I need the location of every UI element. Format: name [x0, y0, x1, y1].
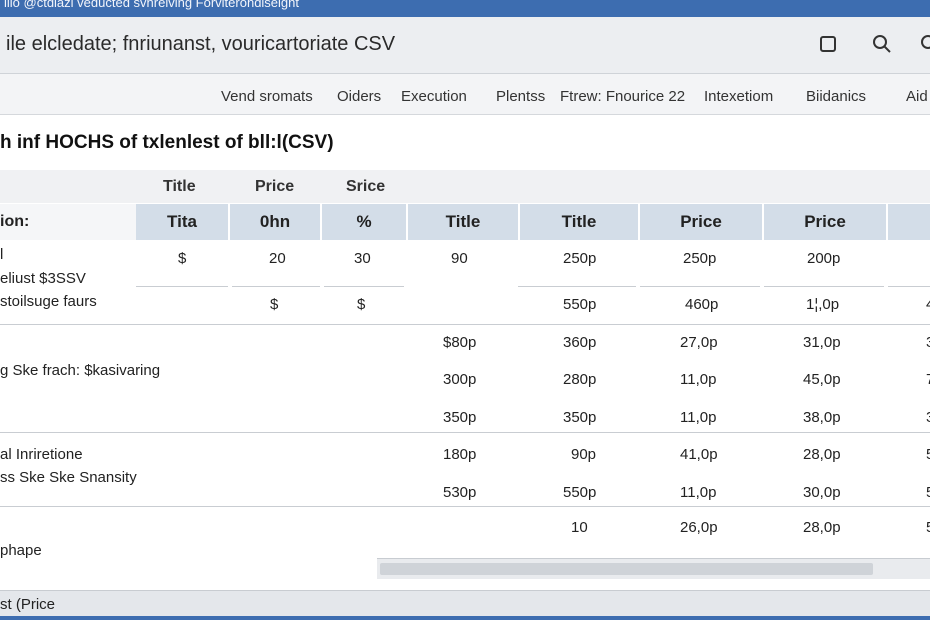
- menu-item-execution[interactable]: Execution: [401, 88, 467, 105]
- table-cell: 250p: [683, 250, 717, 267]
- footer-label: st (Price: [0, 596, 56, 613]
- table-cell: 350p: [443, 409, 477, 426]
- table-cell: 11,0p: [680, 371, 717, 388]
- table-cell: 300p: [443, 371, 477, 388]
- table-cell: 3: [926, 334, 930, 351]
- table-cell: $: [270, 296, 279, 313]
- row-divider: [136, 286, 228, 287]
- column-header[interactable]: Price: [762, 204, 886, 240]
- row-label: phape: [0, 542, 42, 559]
- row-label: eliust $3SSV: [0, 270, 86, 287]
- row-divider: [764, 286, 884, 287]
- menu-item-aid[interactable]: Aid: [906, 88, 928, 105]
- table-cell: 31,0p: [803, 334, 841, 351]
- window-title: ilio @ctdiazi veducted svhrelving Forvit…: [4, 0, 300, 10]
- super-header-price: Price: [255, 178, 295, 195]
- table-cell: 360p: [563, 334, 597, 351]
- row-label: al Inriretione: [0, 446, 83, 463]
- column-header[interactable]: Tita: [136, 204, 228, 240]
- table-super-header: Title Price Srice: [0, 170, 930, 203]
- row-divider: [888, 286, 930, 287]
- table-cell: 11,0p: [680, 484, 717, 501]
- row-label-header: ion:: [0, 204, 136, 240]
- row-label: stoilsuge faurs: [0, 293, 97, 310]
- table-cell: 250p: [563, 250, 597, 267]
- app-title: ile elcledate; fnriunanst, vouricartoria…: [6, 33, 396, 55]
- bottom-accent-strip: [0, 616, 930, 620]
- table-cell: $80p: [443, 334, 477, 351]
- search-icon[interactable]: [917, 31, 930, 57]
- square-icon[interactable]: [815, 31, 841, 57]
- table-cell: 38,0p: [803, 409, 841, 426]
- menu-item-plentss[interactable]: Plentss: [496, 88, 545, 105]
- table-cell: $: [357, 296, 366, 313]
- window-titlebar: ilio @ctdiazi veducted svhrelving Forvit…: [0, 0, 930, 17]
- table-cell: 45,0p: [803, 371, 841, 388]
- search-icon[interactable]: [869, 31, 895, 57]
- table-column-header: Tita 0hn % Title Title Price Price: [136, 204, 930, 240]
- row-divider: [0, 432, 930, 433]
- row-divider: [324, 286, 404, 287]
- table-cell: 11,0p: [680, 409, 717, 426]
- table-cell: 550p: [563, 484, 597, 501]
- column-header[interactable]: 0hn: [228, 204, 320, 240]
- table-cell: 1¦,0p: [806, 296, 840, 313]
- column-header[interactable]: Title: [518, 204, 638, 240]
- row-label: g Ske frach: $kasivaring: [0, 362, 161, 379]
- row-divider: [0, 506, 930, 507]
- super-header-title: Title: [163, 178, 196, 195]
- scrollbar-thumb[interactable]: [380, 563, 873, 575]
- table-cell: 460p: [685, 296, 719, 313]
- table-cell: 5: [926, 519, 930, 536]
- row-divider: [518, 286, 636, 287]
- row-label: l: [0, 246, 4, 263]
- table-cell: 5: [926, 446, 930, 463]
- table-cell: 28,0p: [803, 446, 841, 463]
- menu-bar: Vend sromats Oiders Execution Plentss Ft…: [0, 74, 930, 115]
- table-cell: 180p: [443, 446, 477, 463]
- row-divider: [640, 286, 760, 287]
- table-cell: 530p: [443, 484, 477, 501]
- table-cell: 27,0p: [680, 334, 718, 351]
- super-header-srice: Srice: [346, 178, 386, 195]
- table-cell: 90p: [571, 446, 597, 463]
- column-header[interactable]: Title: [406, 204, 518, 240]
- table-cell: 350p: [563, 409, 597, 426]
- page-title: h inf HOCHS of txlenlest of bll:l(CSV): [0, 132, 334, 153]
- menu-item-biidanics[interactable]: Biidanics: [806, 88, 866, 105]
- row-divider: [232, 286, 320, 287]
- table-cell: 7: [926, 371, 930, 388]
- menu-item-intexetiom[interactable]: Intexetiom: [704, 88, 773, 105]
- row-label: ss Ske Ske Snansity: [0, 469, 137, 486]
- table-cell: 280p: [563, 371, 597, 388]
- app-header: ile elcledate; fnriunanst, vouricartoria…: [0, 17, 930, 74]
- table-cell: 4: [926, 296, 930, 313]
- table-cell: 30,0p: [803, 484, 841, 501]
- table-cell: 200p: [807, 250, 841, 267]
- table-cell: 20: [269, 250, 286, 267]
- status-footer: [0, 590, 930, 617]
- table-cell: 30: [354, 250, 371, 267]
- menu-item-oiders[interactable]: Oiders: [337, 88, 381, 105]
- menu-item-vend-sromats[interactable]: Vend sromats: [221, 88, 313, 105]
- row-divider: [0, 324, 930, 325]
- table-cell: 3: [926, 409, 930, 426]
- table-cell: 26,0p: [680, 519, 718, 536]
- table-cell: 28,0p: [803, 519, 841, 536]
- column-header[interactable]: %: [320, 204, 406, 240]
- column-header[interactable]: [886, 204, 930, 240]
- table-cell: 5: [926, 484, 930, 501]
- table-cell: 550p: [563, 296, 597, 313]
- table-cell: 10: [571, 519, 588, 536]
- table-cell: 41,0p: [680, 446, 718, 463]
- column-header[interactable]: Price: [638, 204, 762, 240]
- table-cell: $: [178, 250, 187, 267]
- menu-item-ftrew[interactable]: Ftrew: Fnourice 22: [560, 88, 685, 105]
- table-cell: 90: [451, 250, 468, 267]
